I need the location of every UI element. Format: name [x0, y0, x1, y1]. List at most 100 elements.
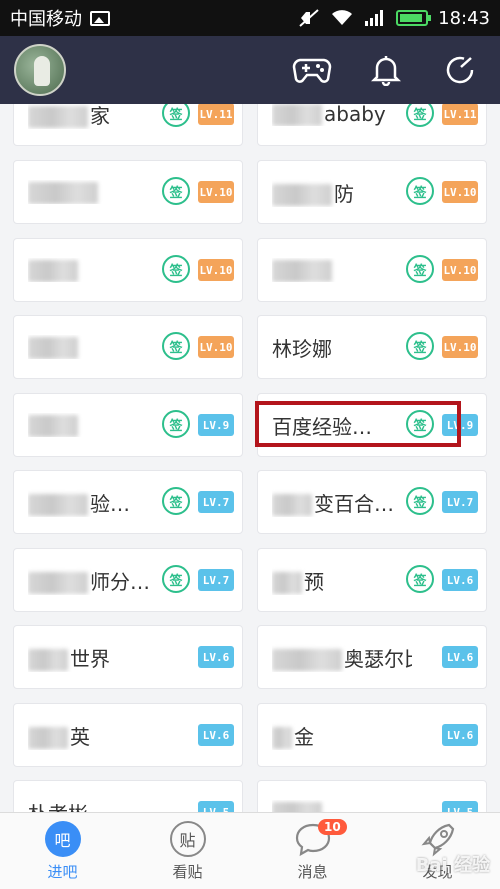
- forum-card[interactable]: 验… 签 LV.7: [13, 470, 243, 534]
- notifications-button[interactable]: [366, 50, 406, 90]
- redacted-text: [272, 649, 342, 671]
- image-icon: [90, 10, 110, 26]
- redacted-text: [28, 649, 68, 671]
- redacted-text: [272, 727, 292, 749]
- level-badge: LV.6: [198, 646, 234, 668]
- forum-name: 金: [294, 724, 314, 749]
- redacted-text: [28, 260, 78, 283]
- level-badge: LV.7: [442, 491, 478, 513]
- forum-name: 奥瑟尔比: [344, 646, 412, 671]
- level-badge: LV.7: [198, 569, 234, 591]
- highlight-box: [255, 401, 461, 447]
- signed-check-icon: 签: [162, 410, 190, 438]
- forum-card[interactable]: 签 LV.9: [13, 393, 243, 457]
- refresh-icon: [446, 56, 474, 84]
- level-badge: LV.10: [442, 259, 478, 281]
- signed-check-icon: 签: [406, 177, 434, 205]
- forum-card[interactable]: 签 LV.10: [257, 238, 487, 302]
- level-badge: LV.10: [442, 181, 478, 203]
- redacted-text: [28, 572, 88, 594]
- signed-check-icon: 签: [406, 565, 434, 593]
- forum-card[interactable]: 签 LV.10: [13, 238, 243, 302]
- clock: 18:43: [438, 7, 490, 29]
- battery-icon: [396, 10, 432, 26]
- gamepad-icon: [292, 58, 332, 83]
- forum-name: ababy: [324, 104, 386, 126]
- level-badge: LV.5: [442, 801, 478, 812]
- signed-check-icon: 签: [406, 332, 434, 360]
- level-badge: LV.6: [442, 646, 478, 668]
- redacted-text: [272, 184, 332, 206]
- level-badge: LV.10: [442, 336, 478, 358]
- signed-check-icon: 签: [162, 565, 190, 593]
- signed-check-icon: 签: [162, 255, 190, 283]
- redacted-text: [28, 106, 88, 128]
- level-badge: LV.10: [198, 336, 234, 358]
- level-badge: LV.9: [198, 414, 234, 436]
- status-bar: 中国移动 18:43: [0, 0, 500, 36]
- forum-name: 师分…: [90, 569, 150, 594]
- forum-name: 世界: [70, 646, 110, 671]
- signal-icon: [365, 10, 384, 26]
- forum-name: 朴孝彬: [28, 802, 88, 813]
- forum-card[interactable]: 金 LV.6: [257, 703, 487, 767]
- forum-card[interactable]: 朴孝彬 LV.5: [13, 780, 243, 812]
- redacted-text: [272, 572, 302, 594]
- forum-name: 验…: [90, 491, 130, 516]
- redacted-text: [272, 260, 332, 283]
- forum-card[interactable]: 英 LV.6: [13, 703, 243, 767]
- forum-name: 家: [90, 104, 110, 128]
- tab-label: 消息: [297, 862, 328, 881]
- forum-card[interactable]: LV.5: [257, 780, 487, 812]
- tab-posts[interactable]: 贴 看贴: [125, 813, 250, 889]
- level-badge: LV.7: [198, 491, 234, 513]
- forum-card[interactable]: ababy 签 LV.11: [257, 104, 487, 146]
- level-badge: LV.10: [198, 259, 234, 281]
- signed-check-icon: 签: [406, 487, 434, 515]
- followed-forums-grid: 家签 LV.11 ababy 签 LV.11 签 LV.10 防签 LV.10 签 LV.10 签 LV…: [0, 104, 500, 812]
- forum-name: 变百合…: [314, 491, 394, 516]
- signed-check-icon: 签: [162, 487, 190, 515]
- unread-badge: 10: [318, 819, 347, 835]
- tab-label: 看贴: [172, 862, 203, 881]
- forum-card[interactable]: 防 签 LV.10: [257, 160, 487, 224]
- tab-forums[interactable]: 吧 进吧: [0, 813, 125, 889]
- bell-icon: [371, 56, 401, 86]
- tab-label: 进吧: [47, 862, 78, 881]
- forum-card[interactable]: 世界 LV.6: [13, 625, 243, 689]
- user-avatar[interactable]: [14, 44, 66, 96]
- forum-card[interactable]: 预 签 LV.6: [257, 548, 487, 612]
- forum-name: 英: [70, 724, 90, 749]
- tab-messages[interactable]: 10 消息: [250, 813, 375, 889]
- game-center-button[interactable]: [292, 50, 332, 90]
- level-badge: LV.11: [198, 104, 234, 125]
- top-header: [0, 36, 500, 104]
- redacted-text: [28, 182, 98, 205]
- carrier-label: 中国移动: [10, 9, 82, 30]
- signed-check-icon: 签: [406, 104, 434, 127]
- level-badge: LV.10: [198, 181, 234, 203]
- forum-icon: 吧: [44, 820, 81, 857]
- battery-level: [400, 14, 422, 22]
- redacted-text: [272, 802, 322, 812]
- level-badge: LV.6: [442, 724, 478, 746]
- level-badge: LV.6: [442, 569, 478, 591]
- redacted-text: [28, 727, 68, 749]
- forum-card[interactable]: 奥瑟尔比 LV.6: [257, 625, 487, 689]
- forum-card[interactable]: 林珍娜 签 LV.10: [257, 315, 487, 379]
- forum-name: 预: [304, 569, 324, 594]
- level-badge: LV.6: [198, 724, 234, 746]
- forum-card[interactable]: 签 LV.10: [13, 160, 243, 224]
- forum-name: 防: [334, 181, 354, 206]
- redacted-text: [272, 494, 312, 516]
- forum-card[interactable]: 家 签 LV.11: [13, 104, 243, 146]
- forum-card[interactable]: 签 LV.10: [13, 315, 243, 379]
- posts-icon: 贴: [169, 820, 206, 857]
- sign-all-button[interactable]: [440, 50, 480, 90]
- forum-card[interactable]: 师分… 签 LV.7: [13, 548, 243, 612]
- mute-icon: [299, 9, 319, 27]
- redacted-text: [28, 415, 78, 438]
- level-badge: LV.5: [198, 801, 234, 812]
- forum-card[interactable]: 变百合… 签 LV.7: [257, 470, 487, 534]
- wifi-icon: [332, 10, 353, 25]
